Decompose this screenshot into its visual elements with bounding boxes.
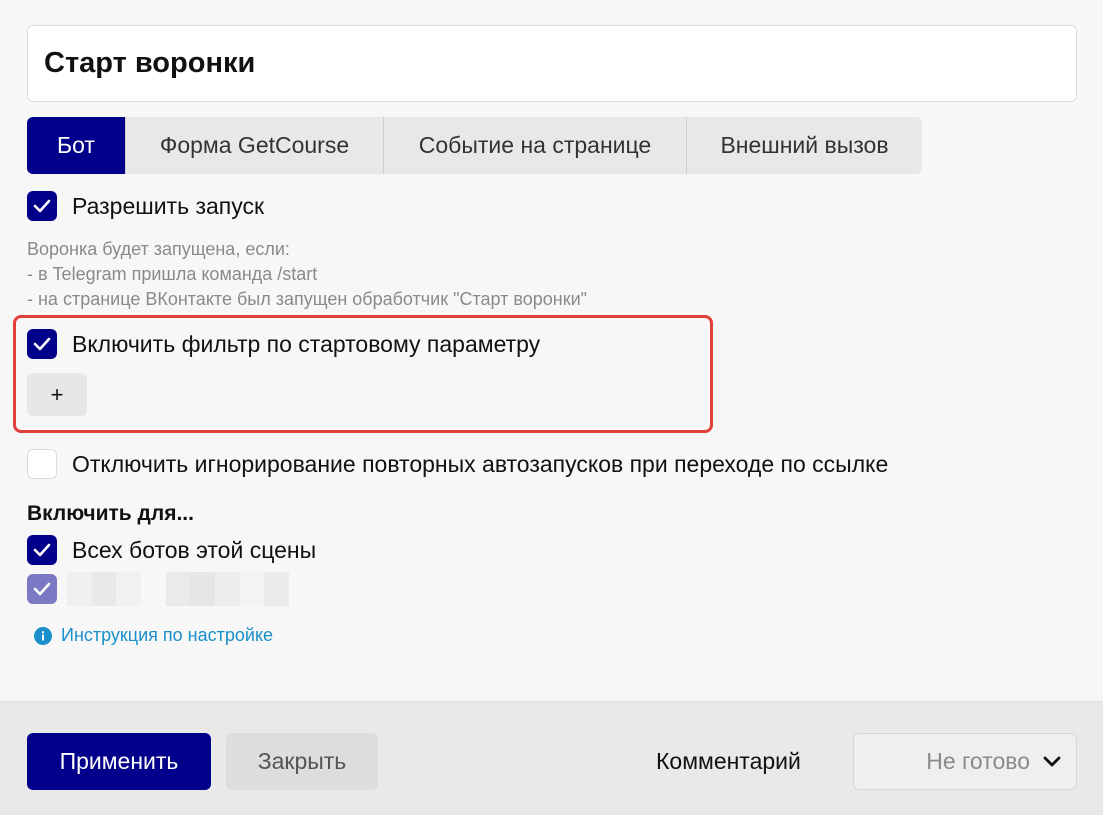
hint-line: - на странице ВКонтакте был запущен обра… [27,289,588,309]
status-select[interactable]: Не готово [853,733,1077,790]
setup-instructions-label: Инструкция по настройке [61,625,274,645]
launch-hint: Воронка будет запущена, если: - в Telegr… [27,237,587,312]
chevron-down-icon [1043,756,1061,766]
tab-external-call[interactable]: Внешний вызов [687,117,922,174]
allow-launch-label: Разрешить запуск [72,192,265,219]
add-filter-button[interactable]: + [27,373,87,416]
start-filter-row: Включить фильтр по стартовому параметру [27,329,540,359]
close-button[interactable]: Закрыть [226,733,378,790]
tab-bot[interactable]: Бот [27,117,126,174]
allow-launch-row: Разрешить запуск [27,191,264,221]
enable-for-heading: Включить для... [27,502,194,525]
hidden-bot-row [27,572,290,606]
all-bots-checkbox[interactable] [27,535,57,565]
check-icon [33,582,51,596]
start-filter-checkbox[interactable] [27,329,57,359]
apply-button[interactable]: Применить [27,733,211,790]
all-bots-row: Всех ботов этой сцены [27,535,316,565]
hint-line: - в Telegram пришла команда /start [27,264,318,284]
tab-page-event[interactable]: Событие на странице [384,117,687,174]
all-bots-label: Всех ботов этой сцены [72,536,317,563]
disable-ignore-checkbox[interactable] [27,449,57,479]
comment-button[interactable]: Комментарий [656,748,801,775]
status-value: Не готово [926,748,1030,774]
info-icon [34,626,52,645]
check-icon [33,199,51,213]
funnel-title-field[interactable]: Старт воронки [27,25,1077,102]
tab-getcourse-form[interactable]: Форма GetCourse [126,117,384,174]
setup-instructions-link[interactable]: Инструкция по настройке [34,625,273,646]
footer-bar: Применить Закрыть Комментарий Не готово [0,701,1103,815]
disable-ignore-row: Отключить игнорирование повторных автоза… [27,449,888,479]
funnel-title: Старт воронки [44,47,256,79]
hidden-bot-checkbox[interactable] [27,574,57,604]
allow-launch-checkbox[interactable] [27,191,57,221]
disable-ignore-label: Отключить игнорирование повторных автоза… [72,450,889,477]
check-icon [33,337,51,351]
start-filter-label: Включить фильтр по стартовому параметру [72,330,541,357]
hint-line: Воронка будет запущена, если: [27,239,290,259]
redacted-bot-name [67,572,290,606]
check-icon [33,543,51,557]
trigger-tabs: Бот Форма GetCourse Событие на странице … [27,117,922,174]
